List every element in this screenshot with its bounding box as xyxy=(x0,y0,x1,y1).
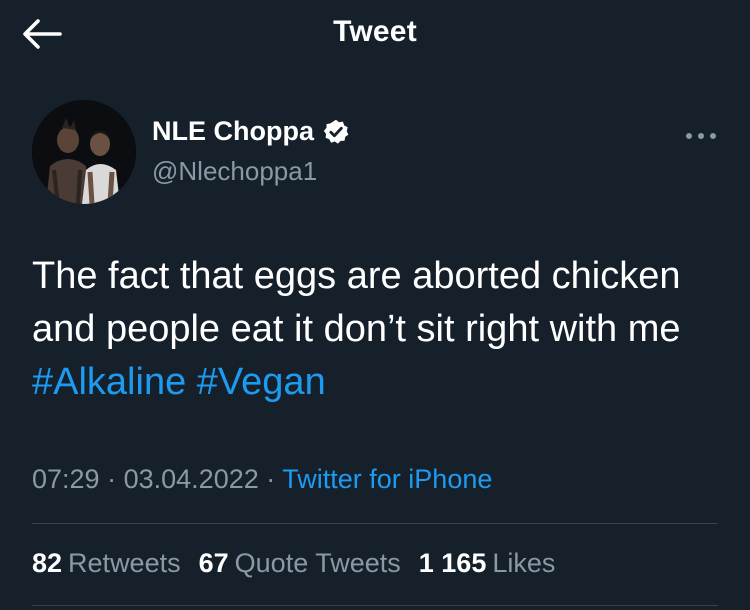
header: Tweet xyxy=(0,0,750,68)
tweet-stats: 82 Retweets 67 Quote Tweets 1 165 Likes xyxy=(32,548,573,579)
tweet-text: The fact that eggs are aborted chicken a… xyxy=(32,250,722,409)
divider xyxy=(32,523,718,524)
tweet-source-link[interactable]: Twitter for iPhone xyxy=(282,464,492,494)
meta-separator: · xyxy=(107,464,117,494)
more-options-button[interactable] xyxy=(677,122,725,150)
retweets-label: Retweets xyxy=(68,548,181,578)
retweets-stat[interactable]: 82 Retweets xyxy=(32,548,181,579)
more-horizontal-icon xyxy=(686,133,716,139)
quote-tweets-label: Quote Tweets xyxy=(234,548,401,578)
avatar[interactable] xyxy=(32,100,136,204)
tweet-author: NLE Choppa @Nlechoppa1 xyxy=(32,100,722,210)
tweet-meta: 07:29 · 03.04.2022 · Twitter for iPhone xyxy=(32,464,492,495)
likes-stat[interactable]: 1 165 Likes xyxy=(419,548,556,579)
hashtag-vegan[interactable]: #Vegan xyxy=(197,361,326,403)
hashtag-alkaline[interactable]: #Alkaline xyxy=(32,361,186,403)
display-name[interactable]: NLE Choppa xyxy=(152,116,314,147)
likes-count: 1 165 xyxy=(418,548,487,578)
quote-tweets-stat[interactable]: 67 Quote Tweets xyxy=(199,548,401,579)
page-title: Tweet xyxy=(333,15,417,48)
likes-label: Likes xyxy=(492,548,556,578)
user-handle[interactable]: @Nlechoppa1 xyxy=(152,156,317,187)
quote-tweets-count: 67 xyxy=(198,548,229,578)
meta-separator: · xyxy=(266,464,276,494)
retweets-count: 82 xyxy=(32,548,63,578)
verified-badge-icon xyxy=(323,119,349,144)
tweet-time[interactable]: 07:29 xyxy=(32,464,100,494)
tweet-body: The fact that eggs are aborted chicken a… xyxy=(32,255,681,350)
tweet-date[interactable]: 03.04.2022 xyxy=(124,464,259,494)
display-name-row[interactable]: NLE Choppa xyxy=(152,116,350,147)
divider xyxy=(32,605,718,606)
avatar-image xyxy=(32,100,136,204)
